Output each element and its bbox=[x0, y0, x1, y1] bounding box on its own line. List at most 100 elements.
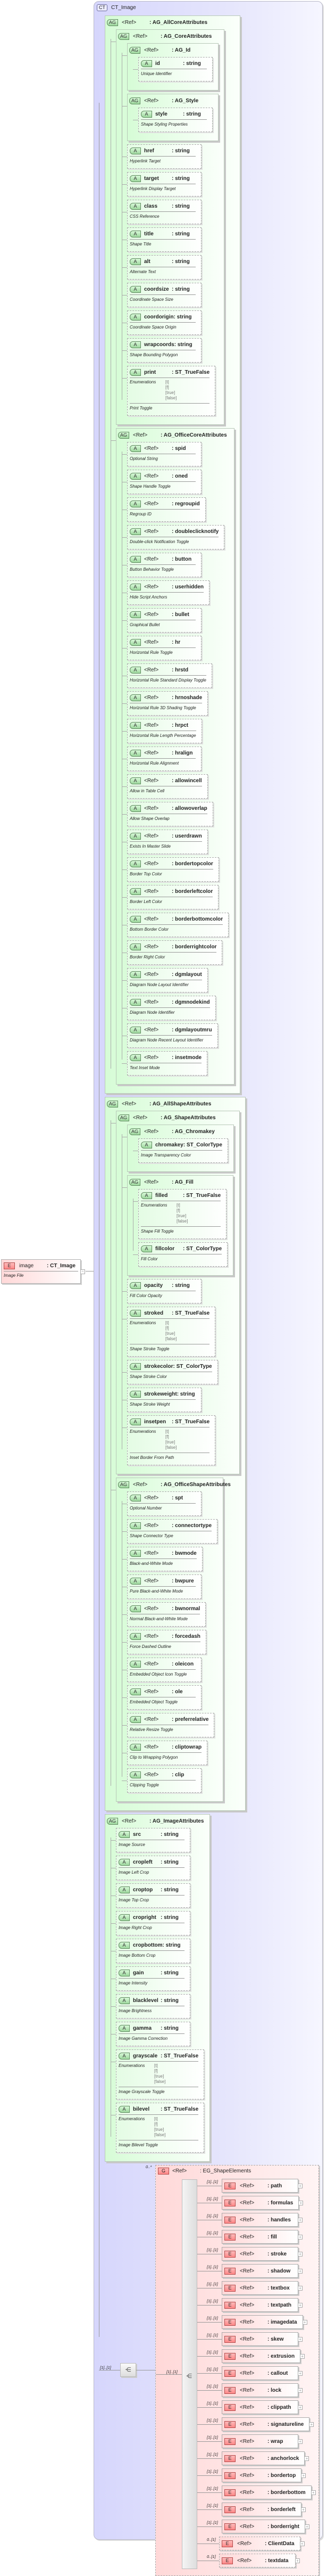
sequence-icon[interactable]: ⋲ bbox=[120, 2363, 136, 2377]
element-name: : imagedata bbox=[267, 2319, 297, 2325]
choice-icon[interactable]: ⋲ bbox=[186, 2373, 192, 2380]
enumeration-value: [false] bbox=[177, 1219, 188, 1224]
attribute-group-children: A <Ref>: spt Optional Number A <Ref>: connec… bbox=[121, 1491, 218, 1793]
expand-button[interactable]: + bbox=[295, 2558, 300, 2563]
collapse-button[interactable]: − bbox=[80, 1269, 85, 1274]
attribute-coordsize: Acoordsize: string Coordinate Space Size bbox=[122, 283, 202, 307]
ref-label: <Ref> bbox=[237, 2540, 252, 2547]
sequence-occurrence: [1]..[1] bbox=[100, 2365, 111, 2370]
attribute-description: Print Toggle bbox=[130, 406, 153, 411]
expand-button[interactable]: + bbox=[300, 2354, 305, 2359]
attribute-icon: A bbox=[130, 721, 141, 729]
attribute-type: : dgmnodekind bbox=[172, 999, 210, 1005]
attribute-header: A <Ref>: spt bbox=[130, 1493, 196, 1503]
expand-button[interactable]: + bbox=[298, 2405, 303, 2410]
element-stroke[interactable]: E <Ref>: stroke + bbox=[222, 2247, 303, 2261]
element-bordertop[interactable]: E <Ref>: bordertop + bbox=[222, 2468, 306, 2482]
expand-button[interactable]: + bbox=[300, 2507, 306, 2512]
element-shadow[interactable]: E <Ref>: shadow + bbox=[222, 2264, 303, 2278]
attribute-group-header: AG <Ref>: AG_Style bbox=[129, 97, 198, 104]
expand-button[interactable]: + bbox=[309, 2422, 314, 2427]
connector-line bbox=[197, 2356, 222, 2357]
enumeration-value: [t] bbox=[165, 380, 169, 384]
expand-button[interactable]: + bbox=[298, 2201, 304, 2205]
expand-button[interactable]: + bbox=[298, 2388, 303, 2393]
element-borderleft[interactable]: E <Ref>: borderleft + bbox=[222, 2503, 306, 2516]
attribute-icon: A bbox=[130, 445, 141, 452]
element-skew[interactable]: E <Ref>: skew + bbox=[222, 2332, 303, 2346]
expand-button[interactable]: + bbox=[311, 2490, 316, 2495]
expand-button[interactable]: + bbox=[305, 2524, 309, 2529]
attribute-name: strokeweight bbox=[144, 1391, 177, 1397]
attribute-header: A <Ref>: doubleclicknotify bbox=[130, 527, 219, 536]
attribute-header: A <Ref>: userhidden bbox=[130, 582, 204, 592]
element-borderbottom[interactable]: E <Ref>: borderbottom + bbox=[222, 2485, 316, 2499]
attribute-name: blacklevel bbox=[133, 1997, 158, 2004]
expand-button[interactable]: + bbox=[302, 2320, 307, 2325]
expand-button[interactable]: + bbox=[298, 2184, 303, 2188]
attribute-print: Aprint: ST_TrueFalse Enumerations [t] [f] [t… bbox=[121, 366, 216, 416]
ref-label: <Ref> bbox=[240, 2268, 255, 2274]
expand-button[interactable]: + bbox=[298, 2252, 303, 2257]
attribute-icon: A bbox=[130, 1771, 141, 1778]
element-clientdata[interactable]: E <Ref>: ClientData + bbox=[219, 2537, 305, 2550]
ref-label: <Ref> bbox=[240, 2472, 255, 2479]
attribute-wrapcoords: Awrapcoords: string Shape Bounding Polygo… bbox=[122, 338, 202, 363]
attribute-name: insetpen bbox=[144, 1418, 166, 1425]
expand-button[interactable]: + bbox=[298, 2303, 303, 2308]
attribute-icon: A bbox=[141, 1192, 152, 1199]
root-element-image: E image : CT_Image Image File − bbox=[1, 1259, 85, 1284]
element-wrap[interactable]: E <Ref>: wrap + bbox=[222, 2434, 303, 2448]
attribute-description: Inset Border From Path bbox=[130, 1455, 174, 1460]
attribute-description: Shape Stroke Weight bbox=[130, 1402, 170, 1407]
element-callout[interactable]: E <Ref>: callout + bbox=[222, 2366, 303, 2380]
element-extrusion[interactable]: E <Ref>: extrusion + bbox=[222, 2349, 305, 2363]
expand-button[interactable]: + bbox=[301, 2473, 306, 2478]
attribute-name: fillcolor bbox=[155, 1245, 175, 1252]
attribute-header: A <Ref>: hralign bbox=[130, 748, 196, 758]
attribute-header: A <Ref>: borderrightcolor bbox=[130, 942, 216, 951]
attribute-description: Image Transparency Color bbox=[141, 1153, 191, 1158]
expand-button[interactable]: + bbox=[298, 2371, 303, 2376]
element-anchorlock[interactable]: E <Ref>: anchorlock + bbox=[222, 2451, 309, 2465]
root-element-type: : CT_Image bbox=[47, 1262, 76, 1269]
element-icon: E bbox=[224, 2301, 236, 2309]
expand-button[interactable]: + bbox=[298, 2218, 303, 2222]
element-signatureline[interactable]: E <Ref>: signatureline + bbox=[222, 2417, 314, 2431]
element-lock[interactable]: E <Ref>: lock + bbox=[222, 2383, 303, 2397]
attribute-group-children: AG <Ref>: AG_CoreAttributes AG <Ref>: AG_Id… bbox=[110, 29, 235, 1085]
connector-line bbox=[197, 2305, 222, 2306]
element-occurrence: [1]..[1] bbox=[207, 2282, 218, 2286]
element-textpath[interactable]: E <Ref>: textpath + bbox=[222, 2298, 303, 2312]
expand-button[interactable]: + bbox=[299, 2541, 305, 2546]
attribute-group-header: AG <Ref>: AG_CoreAttributes bbox=[118, 33, 212, 40]
element-name: : borderright bbox=[267, 2523, 299, 2530]
attribute-type: : spid bbox=[172, 445, 186, 452]
element-textbox[interactable]: E <Ref>: textbox + bbox=[222, 2281, 303, 2295]
element-fill[interactable]: E <Ref>: fill + bbox=[222, 2230, 303, 2244]
expand-button[interactable]: + bbox=[304, 2456, 309, 2461]
attribute-header: Astroked: ST_TrueFalse bbox=[130, 1308, 209, 1318]
element-handles[interactable]: E <Ref>: handles + bbox=[222, 2213, 303, 2227]
expand-button[interactable]: + bbox=[298, 2269, 303, 2274]
element-path[interactable]: E <Ref>: path + bbox=[222, 2179, 303, 2193]
element-borderright[interactable]: E <Ref>: borderright + bbox=[222, 2520, 309, 2533]
attribute-href: Ahref: string Hyperlink Target bbox=[122, 144, 202, 169]
attribute-header: A <Ref>: bordertopcolor bbox=[130, 859, 213, 868]
attribute-name: cropleft bbox=[133, 1859, 153, 1865]
expand-button[interactable]: + bbox=[298, 2235, 303, 2239]
divider bbox=[130, 322, 196, 323]
element-imagedata[interactable]: E <Ref>: imagedata + bbox=[222, 2315, 307, 2329]
attribute-header: Afillcolor: ST_ColorType bbox=[141, 1244, 222, 1253]
attribute-name: <Ref> bbox=[144, 805, 159, 811]
divider bbox=[141, 119, 207, 120]
element-clippath[interactable]: E <Ref>: clippath + bbox=[222, 2400, 303, 2414]
expand-button[interactable]: + bbox=[298, 2337, 303, 2342]
element-icon: E bbox=[224, 2455, 236, 2462]
element-formulas[interactable]: E <Ref>: formulas + bbox=[222, 2196, 304, 2210]
attribute-name: coordsize bbox=[144, 286, 169, 292]
expand-button[interactable]: + bbox=[298, 2286, 303, 2291]
expand-button[interactable]: + bbox=[298, 2439, 303, 2444]
attribute-id: Aid: string Unique Identifier bbox=[133, 57, 213, 81]
element-textdata[interactable]: E <Ref>: textdata + bbox=[219, 2554, 300, 2567]
